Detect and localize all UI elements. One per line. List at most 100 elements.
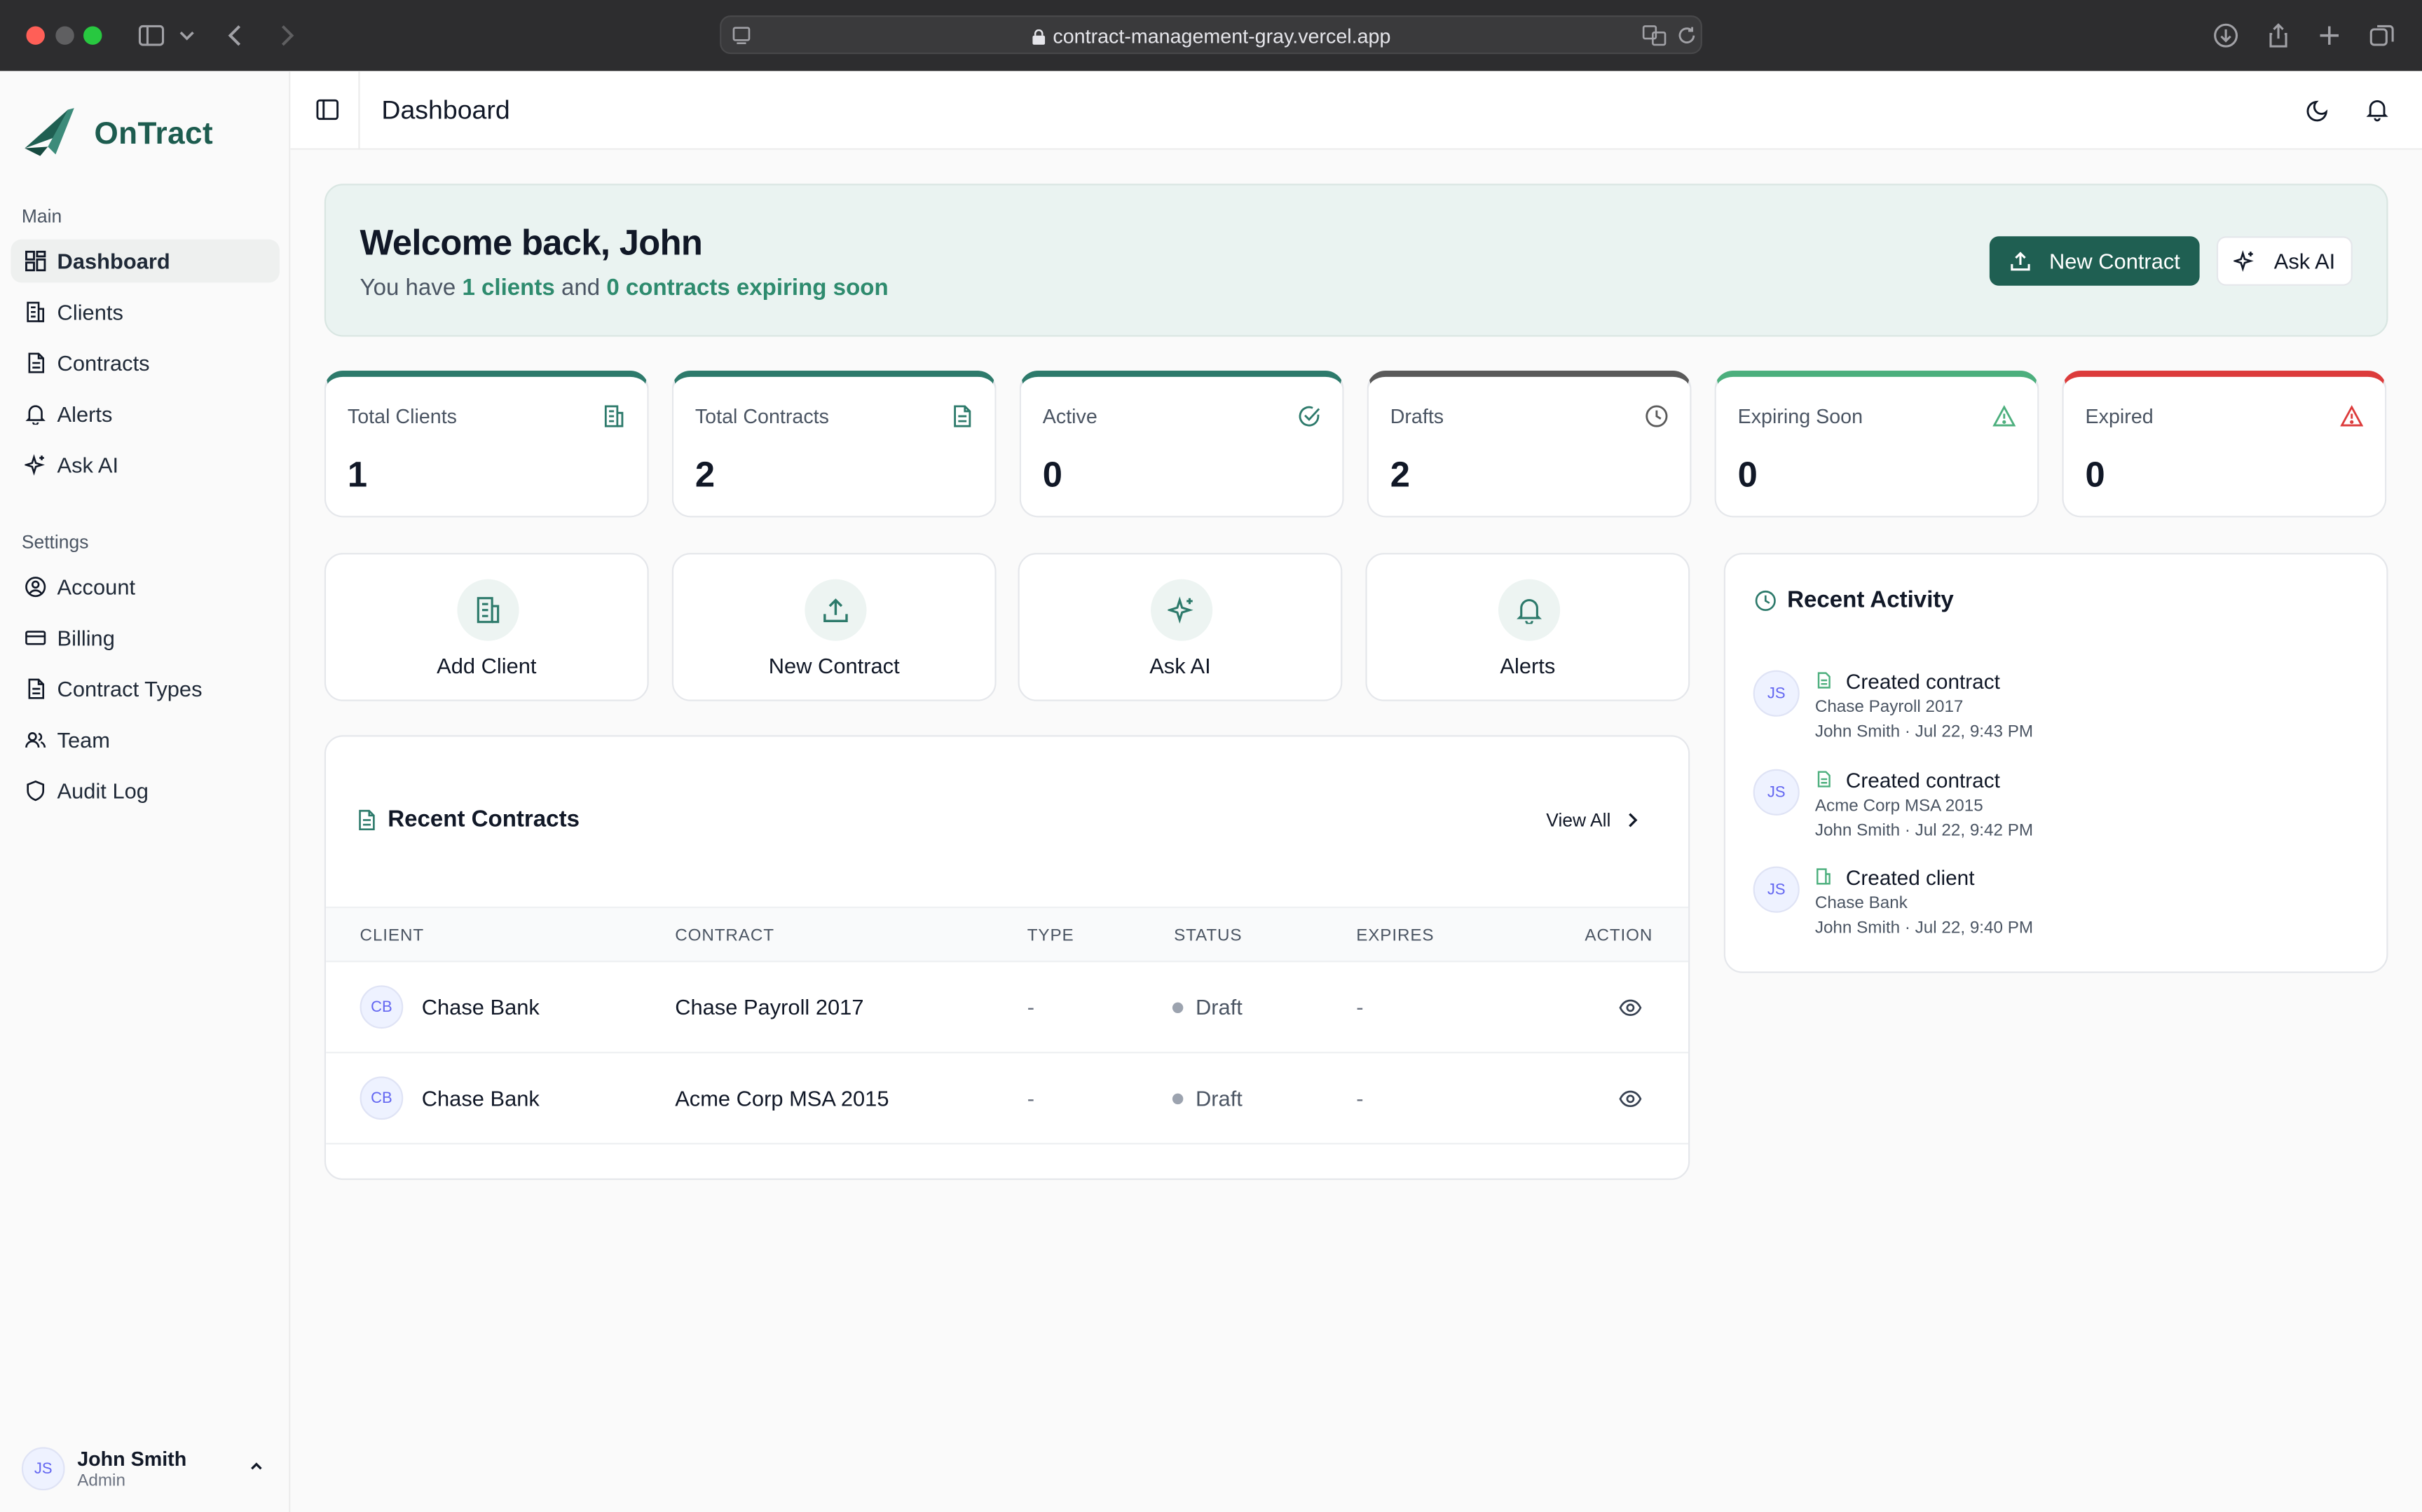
translate-icon[interactable] [1642, 25, 1667, 46]
welcome-title: Welcome back, John [360, 222, 703, 263]
brand-name[interactable]: OnTract [94, 118, 213, 153]
activity-action: Created contract [1845, 769, 2000, 792]
stat-value: 2 [695, 454, 716, 495]
client-cell: Chase Bank [421, 1085, 540, 1111]
welcome-sub-middle: and [554, 275, 607, 301]
download-icon[interactable] [2209, 18, 2243, 52]
avatar: CB [360, 1076, 404, 1120]
document-icon [1817, 771, 1831, 788]
stat-value: 2 [1390, 454, 1410, 495]
warning-icon [1992, 405, 2016, 427]
sidebar-toggle-icon[interactable] [315, 97, 340, 122]
back-icon[interactable] [219, 18, 253, 52]
stat-card-expiring-soon[interactable]: Expiring Soon 0 [1714, 371, 2039, 518]
minimize-window-button[interactable] [55, 26, 74, 45]
chevron-up-icon[interactable] [247, 1457, 266, 1475]
sidebar-item-contract-types[interactable]: Contract Types [11, 667, 280, 710]
address-bar[interactable]: contract-management-gray.vercel.app [720, 15, 1702, 55]
eye-icon[interactable] [1619, 996, 1642, 1019]
column-header-contract[interactable]: CONTRACT [675, 927, 774, 945]
sidebar-item-label: Audit Log [57, 778, 149, 804]
stat-card-total-contracts[interactable]: Total Contracts 2 [671, 371, 997, 518]
ask-ai-button[interactable]: Ask AI [2216, 236, 2353, 286]
document-icon [23, 676, 48, 701]
stat-label: Total Contracts [695, 404, 829, 428]
contract-cell[interactable]: Acme Corp MSA 2015 [675, 1086, 889, 1111]
building-icon [477, 597, 500, 624]
quick-action-icon-wrap [1498, 579, 1561, 641]
quick-action-add-client[interactable]: Add Client [324, 553, 649, 701]
stat-label: Drafts [1390, 404, 1444, 428]
sidebar-item-alerts[interactable]: Alerts [11, 392, 280, 436]
welcome-subtitle: You have 1 clients and 0 contracts expir… [360, 275, 889, 301]
quick-action-ask-ai[interactable]: Ask AI [1018, 553, 1343, 701]
type-cell: - [1027, 994, 1035, 1019]
sidebar-item-clients[interactable]: Clients [11, 290, 280, 334]
sidebar-item-ask-ai[interactable]: Ask AI [11, 444, 280, 487]
column-header-expires[interactable]: EXPIRES [1356, 927, 1434, 945]
sidebar-item-billing[interactable]: Billing [11, 617, 280, 660]
grid-icon [23, 249, 48, 273]
sidebar-item-label: Team [57, 727, 111, 752]
ontract-logo-icon[interactable] [22, 105, 77, 158]
sidebar-item-audit-log[interactable]: Audit Log [11, 769, 280, 813]
sidebar-item-label: Billing [57, 625, 115, 651]
column-header-status[interactable]: STATUS [1174, 927, 1242, 945]
sidebar-item-account[interactable]: Account [11, 565, 280, 609]
quick-action-label: New Contract [768, 653, 900, 678]
quick-action-alerts[interactable]: Alerts [1365, 553, 1690, 701]
column-header-client[interactable]: CLIENT [360, 927, 425, 945]
activity-action: Created contract [1845, 670, 2000, 694]
sidebar-item-label: Contract Types [57, 676, 203, 701]
building-icon [1817, 868, 1831, 885]
forward-icon[interactable] [269, 18, 303, 52]
quick-action-new-contract[interactable]: New Contract [671, 553, 997, 701]
avatar: JS [1753, 670, 1800, 717]
check-circle-icon [1299, 406, 1320, 427]
user-name: John Smith [77, 1447, 187, 1471]
column-header-type[interactable]: TYPE [1027, 927, 1074, 945]
sparkle-icon [2233, 250, 2255, 272]
zoom-window-button[interactable] [83, 26, 102, 45]
new-contract-label: New Contract [2048, 248, 2180, 274]
view-all-link[interactable]: View All [1546, 809, 1641, 831]
expiring-contracts-link[interactable]: 0 contracts expiring soon [606, 275, 888, 301]
recent-activity-card: Recent Activity JS Created contract Chas… [1723, 553, 2388, 973]
building-icon [23, 300, 48, 324]
stat-card-expired[interactable]: Expired 0 [2062, 371, 2387, 518]
users-icon [23, 727, 48, 752]
sidebar-item-contracts[interactable]: Contracts [11, 341, 280, 385]
close-window-button[interactable] [26, 26, 45, 45]
moon-icon[interactable] [2306, 97, 2331, 122]
activity-meta: John Smith · Jul 22, 9:42 PM [1814, 821, 2034, 841]
welcome-sub-prefix: You have [360, 275, 463, 301]
sidebar-toggle-icon[interactable] [135, 18, 168, 52]
stat-card-total-clients[interactable]: Total Clients 1 [324, 371, 649, 518]
chevron-down-icon[interactable] [173, 18, 198, 52]
table-row[interactable]: CB Chase Bank Acme Corp MSA 2015 - Draft… [326, 1053, 1689, 1145]
clients-count-link[interactable]: 1 clients [462, 275, 554, 301]
sparkle-icon [1168, 596, 1193, 624]
share-icon[interactable] [2262, 18, 2295, 52]
quick-action-label: Alerts [1500, 653, 1556, 678]
user-menu[interactable]: JS John Smith Admin [21, 1444, 275, 1494]
stat-card-drafts[interactable]: Drafts 2 [1367, 371, 1692, 518]
bell-icon [23, 401, 48, 426]
page-title: Dashboard [381, 95, 510, 125]
stat-card-active[interactable]: Active 0 [1019, 371, 1344, 518]
bell-icon[interactable] [2365, 97, 2389, 122]
table-row[interactable]: CB Chase Bank Chase Payroll 2017 - Draft… [326, 962, 1689, 1054]
app-root: contract-management-gray.vercel.app OnTr… [0, 0, 2422, 1512]
stat-value: 1 [347, 454, 368, 495]
contract-cell[interactable]: Chase Payroll 2017 [675, 995, 863, 1019]
recent-activity-title: Recent Activity [1787, 586, 1954, 614]
reload-icon[interactable] [1676, 25, 1697, 46]
new-contract-button[interactable]: New Contract [1989, 236, 2200, 286]
tab-overview-icon[interactable] [2365, 18, 2398, 52]
stat-label: Active [1042, 404, 1097, 428]
new-tab-icon[interactable] [2313, 18, 2346, 52]
sidebar-item-label: Ask AI [57, 452, 119, 478]
sidebar-item-dashboard[interactable]: Dashboard [11, 239, 280, 283]
eye-icon[interactable] [1619, 1087, 1642, 1111]
sidebar-item-team[interactable]: Team [11, 718, 280, 762]
